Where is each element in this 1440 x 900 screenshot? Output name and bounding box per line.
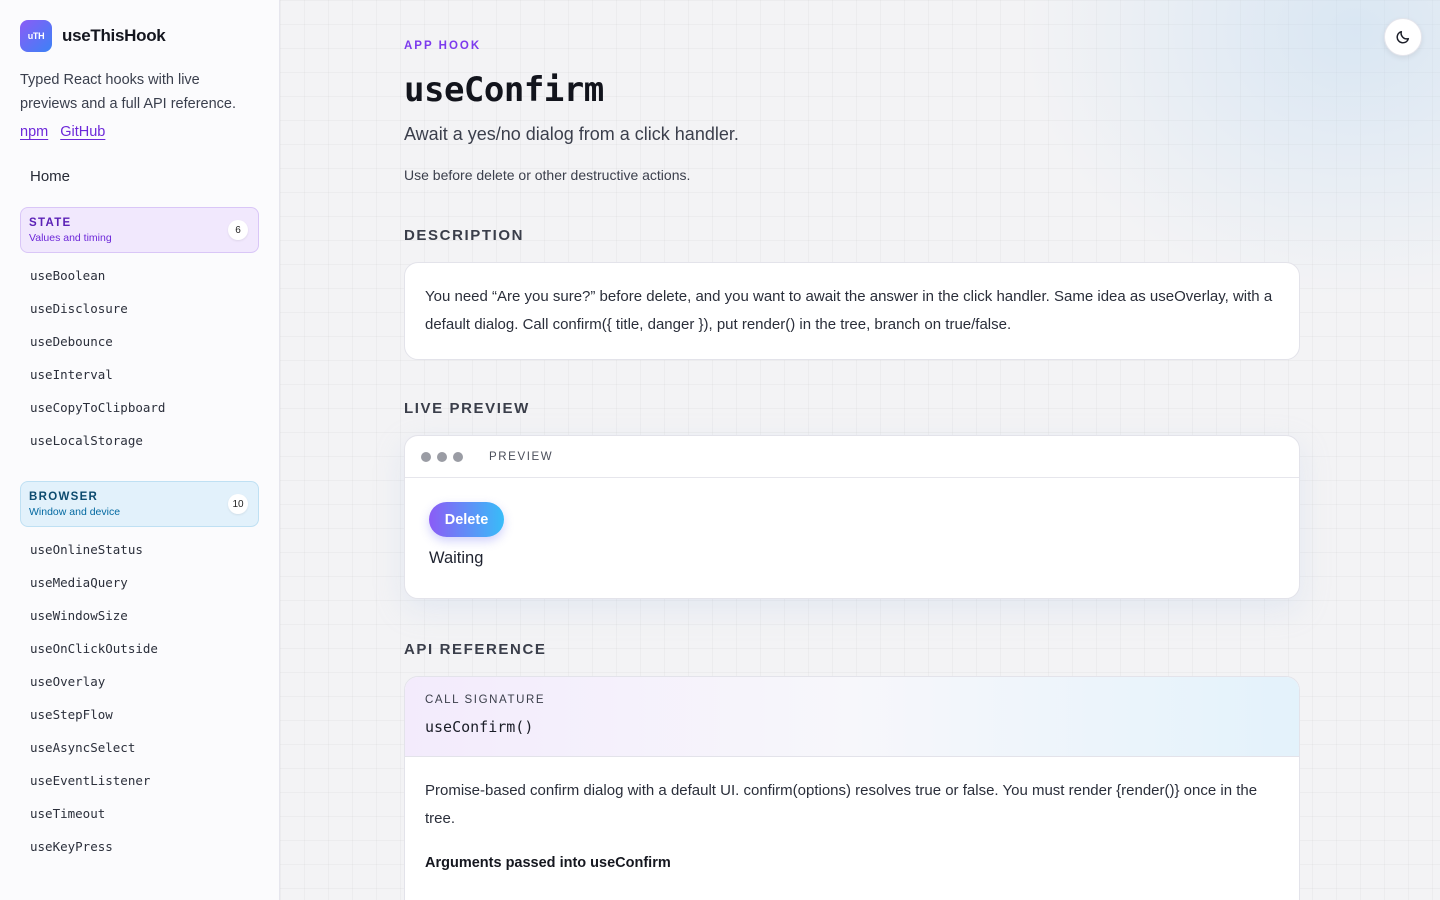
- sidebar-item-uselocalstorage[interactable]: useLocalStorage: [20, 424, 259, 457]
- hook-page: APP HOOK useConfirm Await a yes/no dialo…: [404, 40, 1300, 900]
- group-title: BROWSER: [29, 490, 99, 503]
- description-card: You need “Are you sure?” before delete, …: [404, 262, 1300, 360]
- preview-card: PREVIEW Delete Waiting: [404, 435, 1300, 599]
- sidebar-item-useeventlistener[interactable]: useEventListener: [20, 764, 259, 797]
- sidebar-item-useoverlay[interactable]: useOverlay: [20, 665, 259, 698]
- arguments-heading: Arguments passed into useConfirm: [425, 855, 671, 871]
- theme-toggle-button[interactable]: [1384, 18, 1422, 56]
- window-dots: [421, 451, 463, 462]
- api-description: Promise-based confirm dialog with a defa…: [425, 782, 1258, 827]
- moon-icon: [1396, 30, 1410, 44]
- group-browser[interactable]: BROWSER Window and device 10: [20, 481, 259, 527]
- state-hook-list: useBoolean useDisclosure useDebounce use…: [20, 259, 259, 457]
- call-signature-label: CALL SIGNATURE: [425, 694, 546, 706]
- description-text: You need “Are you sure?” before delete, …: [425, 288, 1273, 333]
- group-title: STATE: [29, 216, 72, 229]
- group-state[interactable]: STATE Values and timing 6: [20, 207, 259, 253]
- preview-toolbar: PREVIEW: [405, 436, 1299, 478]
- sidebar-item-useinterval[interactable]: useInterval: [20, 358, 259, 391]
- call-signature-header: CALL SIGNATURE useConfirm(): [405, 677, 1299, 757]
- group-count-badge: 6: [228, 220, 248, 240]
- sidebar-item-useboolean[interactable]: useBoolean: [20, 259, 259, 292]
- delete-button[interactable]: Delete: [429, 502, 504, 537]
- brand-name[interactable]: useThisHook: [62, 26, 166, 46]
- page-hint: Use before delete or other destructive a…: [404, 167, 691, 183]
- preview-body: Delete Waiting: [405, 478, 1299, 592]
- sidebar-item-usedisclosure[interactable]: useDisclosure: [20, 292, 259, 325]
- page-kicker: APP HOOK: [404, 40, 482, 52]
- sidebar-item-useasyncselect[interactable]: useAsyncSelect: [20, 731, 259, 764]
- sidebar-item-usemediaquery[interactable]: useMediaQuery: [20, 566, 259, 599]
- sidebar-item-useonlinestatus[interactable]: useOnlineStatus: [20, 533, 259, 566]
- sidebar-item-usedebounce[interactable]: useDebounce: [20, 325, 259, 358]
- live-preview-heading: LIVE PREVIEW: [404, 400, 530, 417]
- tagline: Typed React hooks with live previews and…: [20, 72, 237, 112]
- nav-home[interactable]: Home: [30, 168, 259, 185]
- sidebar-item-usewindowsize[interactable]: useWindowSize: [20, 599, 259, 632]
- sidebar: uTH useThisHook Typed React hooks with l…: [0, 0, 280, 900]
- api-card: CALL SIGNATURE useConfirm() Promise-base…: [404, 676, 1300, 900]
- group-state-text: STATE Values and timing: [29, 217, 112, 244]
- group-subtitle: Window and device: [29, 505, 121, 518]
- brand-logo[interactable]: uTH: [20, 20, 52, 52]
- github-link[interactable]: GitHub: [60, 124, 105, 140]
- description-heading: DESCRIPTION: [404, 227, 525, 244]
- sidebar-item-usetimeout[interactable]: useTimeout: [20, 797, 259, 830]
- sidebar-item-usestepflow[interactable]: useStepFlow: [20, 698, 259, 731]
- api-reference-heading: API REFERENCE: [404, 641, 547, 658]
- external-links: npm GitHub: [20, 124, 259, 140]
- sidebar-item-usekeypress[interactable]: useKeyPress: [20, 830, 259, 863]
- group-count-badge: 10: [228, 494, 248, 514]
- window-dot: [453, 451, 463, 462]
- api-body: Promise-based confirm dialog with a defa…: [405, 757, 1299, 891]
- main-content: APP HOOK useConfirm Await a yes/no dialo…: [280, 0, 1440, 900]
- group-subtitle: Values and timing: [29, 231, 112, 244]
- sidebar-item-useonclickoutside[interactable]: useOnClickOutside: [20, 632, 259, 665]
- window-dot: [437, 451, 447, 462]
- group-browser-text: BROWSER Window and device: [29, 491, 120, 518]
- npm-link[interactable]: npm: [20, 124, 48, 140]
- confirm-status: Waiting: [429, 549, 484, 567]
- call-signature-code: useConfirm(): [425, 718, 534, 736]
- window-dot: [421, 451, 431, 462]
- browser-hook-list: useOnlineStatus useMediaQuery useWindowS…: [20, 533, 259, 863]
- sidebar-item-usecopytoclipboard[interactable]: useCopyToClipboard: [20, 391, 259, 424]
- preview-label: PREVIEW: [489, 450, 554, 463]
- page-summary: Await a yes/no dialog from a click handl…: [404, 124, 739, 144]
- brand[interactable]: uTH useThisHook: [20, 20, 259, 52]
- page-title: useConfirm: [404, 70, 604, 110]
